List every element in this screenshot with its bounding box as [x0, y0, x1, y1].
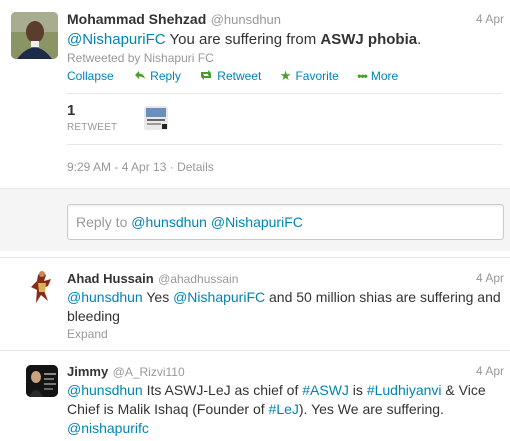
- author-name[interactable]: Jimmy: [67, 364, 108, 379]
- avatar-image: [26, 365, 58, 397]
- author-name[interactable]: Ahad Hussain: [67, 271, 154, 286]
- retweeter-avatar[interactable]: [144, 106, 168, 130]
- retweet-count: 1: [67, 102, 76, 119]
- reply-label: Reply: [150, 69, 181, 83]
- reply-prefix: Reply to: [76, 214, 132, 230]
- mention-link[interactable]: @NishapuriFC: [67, 31, 166, 48]
- reply-icon: [134, 69, 146, 83]
- tweet-text-part: Yes: [142, 289, 174, 305]
- retweeter-avatar-image: [144, 106, 168, 130]
- retweet-stats[interactable]: 1 RETWEET: [67, 102, 117, 133]
- mention-link[interactable]: @hunsdhun: [67, 382, 143, 398]
- avatar[interactable]: [26, 268, 58, 304]
- retweeted-by[interactable]: Retweeted by Nishapuri FC: [67, 51, 214, 65]
- author-handle[interactable]: @A_Rizvi110: [113, 365, 185, 379]
- collapse-button[interactable]: Collapse: [67, 69, 114, 83]
- tweet-date[interactable]: 4 Apr: [476, 364, 504, 378]
- more-button[interactable]: ••• More: [357, 69, 398, 83]
- tweet-text-part: Its ASWJ-LeJ as chief of: [142, 382, 303, 398]
- more-dots-icon: •••: [357, 69, 368, 83]
- avatar[interactable]: [26, 365, 58, 397]
- tweet-text: @NishapuriFC You are suffering from ASWJ…: [67, 30, 502, 49]
- tweet-actions: Collapse Reply Retweet ★ Favorite ••• More: [67, 67, 412, 85]
- retweet-count-label: RETWEET: [67, 122, 118, 133]
- mention-link[interactable]: @nishapurifc: [67, 420, 149, 436]
- avatar-photo: [11, 12, 58, 59]
- tweet-text: @hunsdhun Its ASWJ-LeJ as chief of #ASWJ…: [67, 381, 502, 438]
- avatar[interactable]: [11, 12, 58, 59]
- hashtag-link[interactable]: #ASWJ: [302, 382, 349, 398]
- tweet-text-part: is: [348, 382, 367, 398]
- tweet-timestamp-row: 9:29 AM - 4 Apr 13 · Details: [67, 160, 214, 174]
- hashtag-link[interactable]: #LeJ: [269, 401, 299, 417]
- divider: [67, 93, 502, 94]
- favorite-button[interactable]: ★ Favorite: [280, 68, 339, 84]
- favorite-label: Favorite: [295, 69, 339, 83]
- main-tweet: Mohammad Shehzad @hunsdhun 4 Apr @Nishap…: [0, 0, 510, 188]
- separator-dot: ·: [166, 160, 178, 174]
- tweet-text: @hunsdhun Yes @NishapuriFC and 50 millio…: [67, 288, 502, 326]
- tweet-text-part: You are suffering from: [165, 31, 321, 48]
- more-label: More: [370, 69, 399, 83]
- reply-input[interactable]: Reply to @hunsdhun @NishapuriFC: [67, 204, 504, 240]
- reply-tweet[interactable]: Ahad Hussain @ahadhussain 4 Apr @hunsdhu…: [0, 258, 510, 344]
- mention-link[interactable]: @hunsdhun: [67, 289, 143, 305]
- author-handle[interactable]: @hunsdhun: [211, 12, 281, 27]
- reply-tweet[interactable]: Jimmy @A_Rizvi110 4 Apr @hunsdhun Its AS…: [0, 351, 510, 441]
- retweet-button[interactable]: Retweet: [199, 69, 261, 83]
- mention-link[interactable]: @NishapuriFC: [173, 289, 265, 305]
- author-name[interactable]: Mohammad Shehzad: [67, 11, 206, 27]
- tweet-date[interactable]: 4 Apr: [476, 12, 504, 26]
- avatar-figure: [26, 268, 58, 304]
- hashtag-link[interactable]: #Ludhiyanvi: [367, 382, 442, 398]
- reply-mention: @hunsdhun: [131, 214, 207, 230]
- reply-button[interactable]: Reply: [134, 69, 181, 83]
- tweet-text-bold: ASWJ phobia: [320, 31, 418, 48]
- tweet-date[interactable]: 4 Apr: [476, 271, 504, 285]
- star-icon: ★: [279, 68, 292, 83]
- divider: [67, 144, 502, 145]
- author-handle[interactable]: @ahadhussain: [158, 272, 238, 286]
- tweet-text-part: ). Yes We are suffering.: [298, 401, 444, 417]
- tweet-timestamp[interactable]: 9:29 AM - 4 Apr 13: [67, 160, 166, 174]
- retweet-icon: [199, 69, 213, 83]
- details-link[interactable]: Details: [177, 160, 214, 174]
- reply-box-area: Reply to @hunsdhun @NishapuriFC: [0, 188, 510, 251]
- reply-mention: @NishapuriFC: [210, 214, 303, 230]
- tweet-text-end: .: [417, 31, 422, 48]
- retweet-label: Retweet: [217, 69, 262, 83]
- expand-link[interactable]: Expand: [67, 327, 108, 341]
